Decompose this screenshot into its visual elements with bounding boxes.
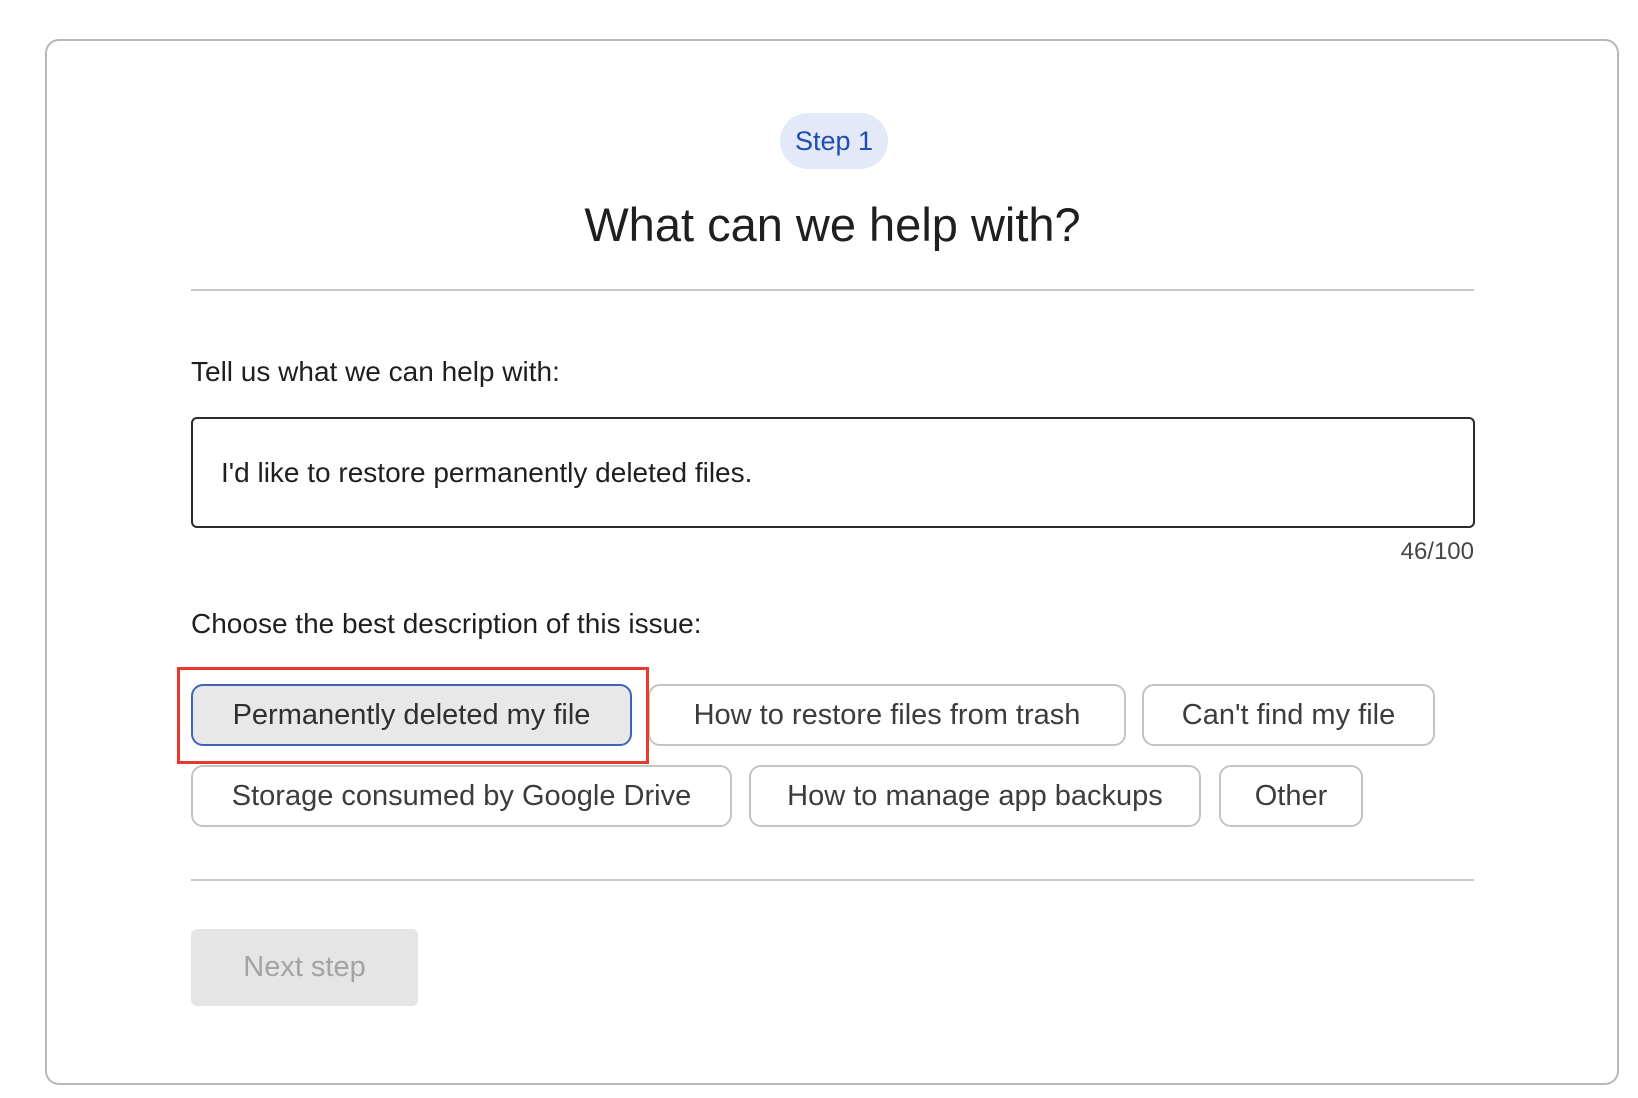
- chip-other[interactable]: Other: [1219, 765, 1363, 827]
- bottom-divider: [191, 879, 1474, 881]
- page-title: What can we help with?: [584, 198, 1081, 251]
- top-divider: [191, 289, 1474, 291]
- help-text-field[interactable]: I'd like to restore permanently deleted …: [191, 417, 1475, 528]
- chip-manage-app-backups[interactable]: How to manage app backups: [749, 765, 1201, 827]
- chip-storage-consumed[interactable]: Storage consumed by Google Drive: [191, 765, 732, 827]
- chip-permanently-deleted[interactable]: Permanently deleted my file: [191, 684, 632, 746]
- step-badge: Step 1: [780, 113, 888, 169]
- character-counter: 46/100: [1400, 538, 1474, 565]
- help-field-label: Tell us what we can help with:: [191, 356, 560, 387]
- chip-restore-from-trash[interactable]: How to restore files from trash: [648, 684, 1126, 746]
- chip-cant-find-file[interactable]: Can't find my file: [1142, 684, 1435, 746]
- next-step-button[interactable]: Next step: [191, 929, 418, 1006]
- issue-options-label: Choose the best description of this issu…: [191, 608, 702, 639]
